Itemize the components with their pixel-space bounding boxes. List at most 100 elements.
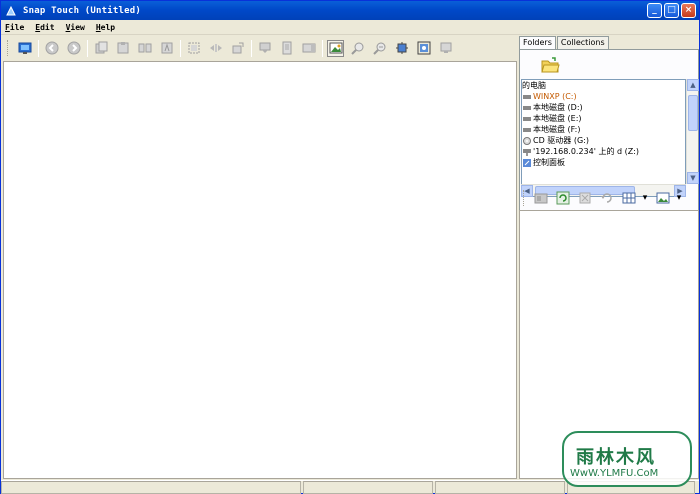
fit-button[interactable] <box>393 40 410 57</box>
tool-button-3[interactable] <box>136 40 153 57</box>
minimize-button[interactable]: _ <box>647 3 662 18</box>
back-button[interactable] <box>43 40 60 57</box>
drive-icon <box>523 126 531 134</box>
menu-edit[interactable]: Edit <box>35 23 54 32</box>
toolbar-grip[interactable] <box>523 190 526 206</box>
image-canvas[interactable] <box>3 61 517 479</box>
drive-icon <box>523 104 531 112</box>
status-cell <box>303 481 433 494</box>
file-toolbar: ▾ ▾ <box>519 187 699 209</box>
status-cell <box>435 481 565 494</box>
image-preview-icon <box>656 192 669 204</box>
toolbar-separator <box>38 39 39 57</box>
toolbar-grip[interactable] <box>7 40 10 56</box>
tool-button-6[interactable] <box>207 40 224 57</box>
scroll-up-arrow-icon[interactable]: ▲ <box>687 79 699 91</box>
screen-capture-button[interactable] <box>415 40 432 57</box>
app-icon <box>5 5 17 17</box>
panel-icon <box>302 43 315 53</box>
refresh-button[interactable] <box>554 190 571 207</box>
tree-item-my-computer[interactable]: 的电脑 <box>522 80 685 91</box>
tool-button-10[interactable] <box>300 40 317 57</box>
menu-view-label: iew <box>70 22 85 32</box>
thumbnails-icon <box>534 193 547 204</box>
menu-file-label: ile <box>9 22 25 32</box>
delete-icon <box>579 192 590 204</box>
image-preview-button[interactable] <box>654 190 671 207</box>
delete-button[interactable] <box>576 190 593 207</box>
scroll-down-arrow-icon[interactable]: ▼ <box>687 172 699 184</box>
tree-item-drive-e[interactable]: 本地磁盘 (E:) <box>522 113 685 124</box>
refresh-icon <box>556 191 569 205</box>
side-panel-tabs: Folders Collections <box>519 36 610 50</box>
tree-item-cd-drive[interactable]: CD 驱动器 (G:) <box>522 135 685 146</box>
side-panel: Folders Collections 的电脑 WINXP (C:) 本地磁盘 … <box>519 36 699 479</box>
tool-button-5[interactable] <box>185 40 202 57</box>
tool-button-7[interactable] <box>229 40 246 57</box>
maximize-button[interactable]: □ <box>664 3 679 18</box>
tree-item-drive-f[interactable]: 本地磁盘 (F:) <box>522 124 685 135</box>
forward-button[interactable] <box>65 40 82 57</box>
flip-icon <box>209 44 222 52</box>
image-view-button[interactable] <box>327 39 344 57</box>
image-preview-dropdown-arrow-icon[interactable]: ▾ <box>676 190 682 207</box>
control-panel-icon <box>523 158 531 167</box>
cd-drive-icon <box>523 136 531 145</box>
grid-view-button[interactable] <box>620 190 637 207</box>
menu-file[interactable]: File <box>5 23 24 32</box>
status-cell <box>1 481 301 494</box>
thumbnails-button[interactable] <box>532 190 549 207</box>
scroll-thumb[interactable] <box>688 95 698 131</box>
grid-view-icon <box>622 192 635 204</box>
grid-view-dropdown-arrow-icon[interactable]: ▾ <box>642 190 648 207</box>
fit-icon <box>395 42 408 54</box>
menu-view[interactable]: View <box>66 23 85 32</box>
tree-vertical-scrollbar[interactable]: ▲ ▼ <box>686 79 699 184</box>
split-icon <box>138 43 151 53</box>
resize-icon <box>232 42 243 54</box>
close-button[interactable]: × <box>681 3 696 18</box>
drive-icon <box>523 115 531 123</box>
capture-button[interactable] <box>16 40 33 57</box>
tool-button-4[interactable] <box>158 40 175 57</box>
screen-capture-icon <box>417 41 430 55</box>
tab-collections[interactable]: Collections <box>556 36 609 49</box>
drive-icon <box>523 93 531 101</box>
paste-icon <box>117 42 128 54</box>
back-icon <box>45 41 58 55</box>
image-view-icon <box>329 42 342 54</box>
tree-item-network-drive[interactable]: '192.168.0.234' 上的 d (Z:) <box>522 146 685 157</box>
watermark-sub-text: WwW.YLMFU.CoM <box>570 468 659 479</box>
undo-button[interactable] <box>598 190 615 207</box>
tree-item-label: '192.168.0.234' 上的 d (Z:) <box>533 147 640 156</box>
watermark-logo: 雨林木风 WwW.YLMFU.CoM <box>562 431 692 487</box>
tool-button-9[interactable] <box>278 40 295 57</box>
tool-button-2[interactable] <box>114 40 131 57</box>
toolbar-separator <box>251 39 252 57</box>
tree-item-drive-c[interactable]: WINXP (C:) <box>522 91 685 102</box>
open-folder-button[interactable] <box>540 56 560 74</box>
tree-item-label: 本地磁盘 (E:) <box>533 114 582 123</box>
tool-button-8[interactable] <box>256 40 273 57</box>
toolbar-separator <box>87 39 88 57</box>
capture-icon <box>18 42 31 54</box>
watermark-main-text: 雨林木风 <box>576 447 656 468</box>
folder-tree[interactable]: 的电脑 WINXP (C:) 本地磁盘 (D:) 本地磁盘 (E:) 本地磁盘 … <box>521 79 686 197</box>
zoom-out-button[interactable] <box>371 40 388 57</box>
text-tool-icon <box>161 42 172 54</box>
zoom-out-icon <box>372 42 385 55</box>
title-bar[interactable]: Snap Touch (Untitled) _ □ × <box>1 1 699 20</box>
tree-item-drive-d[interactable]: 本地磁盘 (D:) <box>522 102 685 113</box>
toolbar-separator <box>180 39 181 57</box>
tab-folders[interactable]: Folders <box>519 36 556 50</box>
tool-button-1[interactable] <box>92 40 109 57</box>
zoom-in-icon <box>350 42 363 55</box>
forward-icon <box>67 41 80 55</box>
menu-help[interactable]: Help <box>96 23 115 32</box>
tree-item-label: 控制面板 <box>533 158 565 167</box>
monitor-button[interactable] <box>437 40 454 57</box>
zoom-in-button[interactable] <box>349 40 366 57</box>
main-toolbar <box>3 37 517 59</box>
open-folder-icon <box>541 57 560 73</box>
tree-item-control-panel[interactable]: 控制面板 <box>522 157 685 168</box>
